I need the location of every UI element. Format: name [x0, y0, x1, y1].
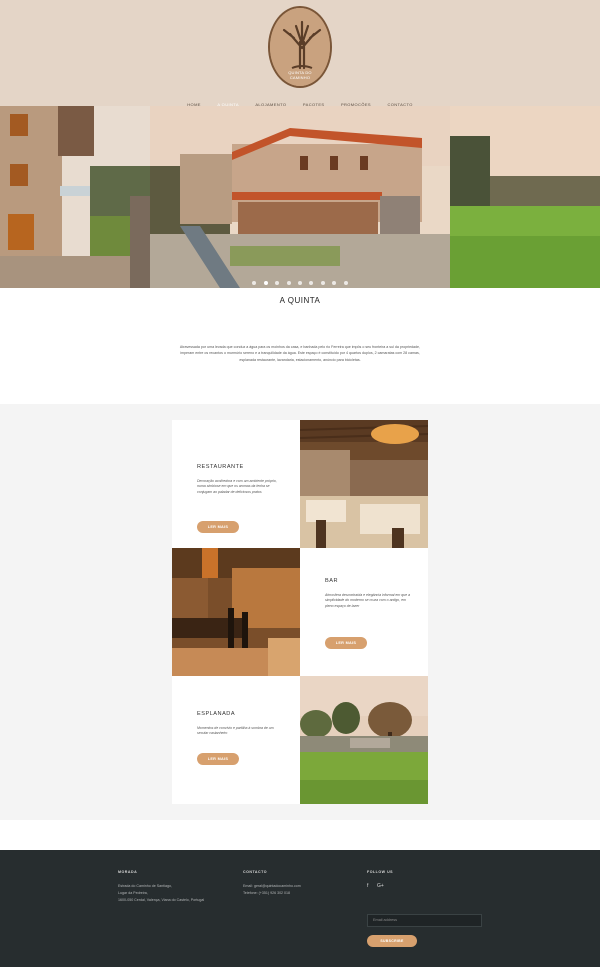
footer-address-line: Lugar da Pedreira,	[118, 891, 148, 895]
site-header: QUINTA DO CAMINHO Home A Quinta Alojamen…	[0, 0, 600, 110]
hero-image	[0, 106, 600, 288]
esplanada-photo	[300, 676, 428, 804]
footer-contacto-title: Contacto	[243, 870, 268, 874]
footer-address-line: Estrada do Caminho de Santiago,	[118, 884, 172, 888]
bar-read-more-button[interactable]: Ler mais	[325, 637, 367, 649]
esplanada-read-more-button[interactable]: Ler mais	[197, 753, 239, 765]
restaurante-card: Restaurante Decoração acolhedora e com u…	[172, 420, 300, 548]
site-footer: Morada Estrada do Caminho de Santiago, L…	[0, 850, 600, 967]
bar-card: Bar Atmosfera descontraída e elegância i…	[300, 548, 428, 676]
features-section: Restaurante Decoração acolhedora e com u…	[0, 404, 600, 820]
slider-dot[interactable]	[286, 281, 291, 285]
quinta-logo[interactable]: QUINTA DO CAMINHO	[268, 6, 332, 88]
esplanada-title: Esplanada	[197, 711, 236, 717]
newsletter-email-placeholder: Email address	[373, 918, 398, 922]
intro-text: Atravessada por uma levada que conduz a …	[179, 345, 421, 362]
subscribe-button[interactable]: Subscribe	[367, 935, 417, 947]
newsletter-email-input[interactable]: Email address	[367, 914, 482, 927]
footer-address-line: 1600-050 Cerdal, Valença, Viana do Caste…	[118, 898, 205, 902]
slider-dot-active[interactable]	[263, 281, 268, 285]
esplanada-text: Momentos de convívio e partilha à sombra…	[197, 726, 274, 736]
hero-slider[interactable]	[0, 106, 600, 288]
restaurante-title: Restaurante	[197, 464, 244, 470]
slider-dot[interactable]	[332, 281, 337, 285]
slider-dot[interactable]	[343, 281, 348, 285]
restaurante-text: Decoração acolhedora e com um ambiente p…	[197, 479, 277, 494]
bar-title: Bar	[325, 578, 339, 584]
bar-text: Atmosfera descontraída e elegância infor…	[325, 593, 411, 608]
facebook-icon[interactable]: f	[367, 883, 368, 889]
footer-morada-title: Morada	[118, 870, 138, 874]
footer-email-link[interactable]: Email: geral@quintadocaminho.com	[243, 883, 301, 889]
slider-dots	[0, 272, 600, 288]
slider-dot[interactable]	[320, 281, 325, 285]
restaurante-read-more-button[interactable]: Ler mais	[197, 521, 239, 533]
esplanada-card: Esplanada Momentos de convívio e partilh…	[172, 676, 300, 804]
slider-dot[interactable]	[252, 281, 257, 285]
logo-text-line2: CAMINHO	[289, 75, 311, 80]
google-plus-icon[interactable]: G+	[377, 883, 384, 889]
intro-title: A QUINTA	[279, 296, 321, 305]
slider-dot[interactable]	[309, 281, 314, 285]
footer-phone: Telefone: (+351) 926 302 018	[243, 891, 291, 895]
restaurante-photo	[300, 420, 428, 548]
bar-photo	[172, 548, 300, 676]
slider-dot[interactable]	[298, 281, 302, 285]
slider-dot[interactable]	[275, 281, 280, 285]
footer-follow-title: Follow us	[367, 870, 394, 874]
